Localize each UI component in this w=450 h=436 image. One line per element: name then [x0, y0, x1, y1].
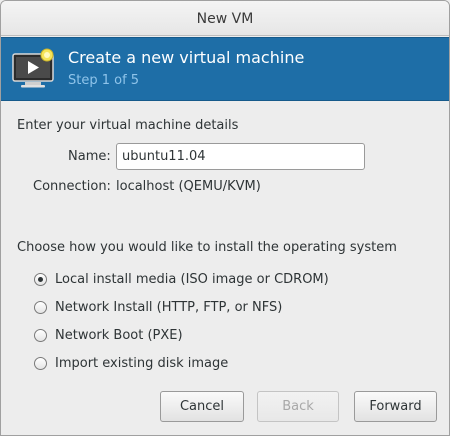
- wizard-banner: Create a new virtual machine Step 1 of 5: [1, 37, 449, 101]
- name-label: Name:: [68, 149, 111, 164]
- banner-title: Create a new virtual machine: [68, 48, 305, 67]
- vm-name-input[interactable]: [116, 143, 365, 170]
- radio-import-disk[interactable]: Import existing disk image: [34, 354, 228, 372]
- forward-button[interactable]: Forward: [354, 391, 437, 422]
- radio-label: Network Install (HTTP, FTP, or NFS): [55, 299, 283, 315]
- connection-value: localhost (QEMU/KVM): [116, 179, 261, 194]
- back-button[interactable]: Back: [257, 391, 339, 422]
- radio-label: Network Boot (PXE): [55, 327, 183, 343]
- radio-network-boot[interactable]: Network Boot (PXE): [34, 326, 183, 344]
- radio-button[interactable]: [34, 272, 47, 286]
- radio-button[interactable]: [34, 300, 47, 314]
- details-heading: Enter your virtual machine details: [17, 118, 239, 133]
- install-method-heading: Choose how you would like to install the…: [17, 240, 397, 255]
- radio-local-media[interactable]: Local install media (ISO image or CDROM): [34, 270, 329, 288]
- new-vm-dialog: New VM Create a new virtual machine Step…: [0, 0, 450, 436]
- step-indicator: Step 1 of 5: [68, 73, 140, 88]
- monitor-play-icon: [12, 48, 54, 88]
- radio-button[interactable]: [34, 328, 47, 342]
- window-title: New VM: [1, 1, 449, 36]
- radio-network-install[interactable]: Network Install (HTTP, FTP, or NFS): [34, 298, 282, 316]
- radio-label: Local install media (ISO image or CDROM): [55, 271, 329, 287]
- radio-label: Import existing disk image: [55, 355, 229, 371]
- connection-label: Connection:: [33, 179, 111, 194]
- cancel-button[interactable]: Cancel: [160, 391, 244, 422]
- radio-button[interactable]: [34, 356, 47, 370]
